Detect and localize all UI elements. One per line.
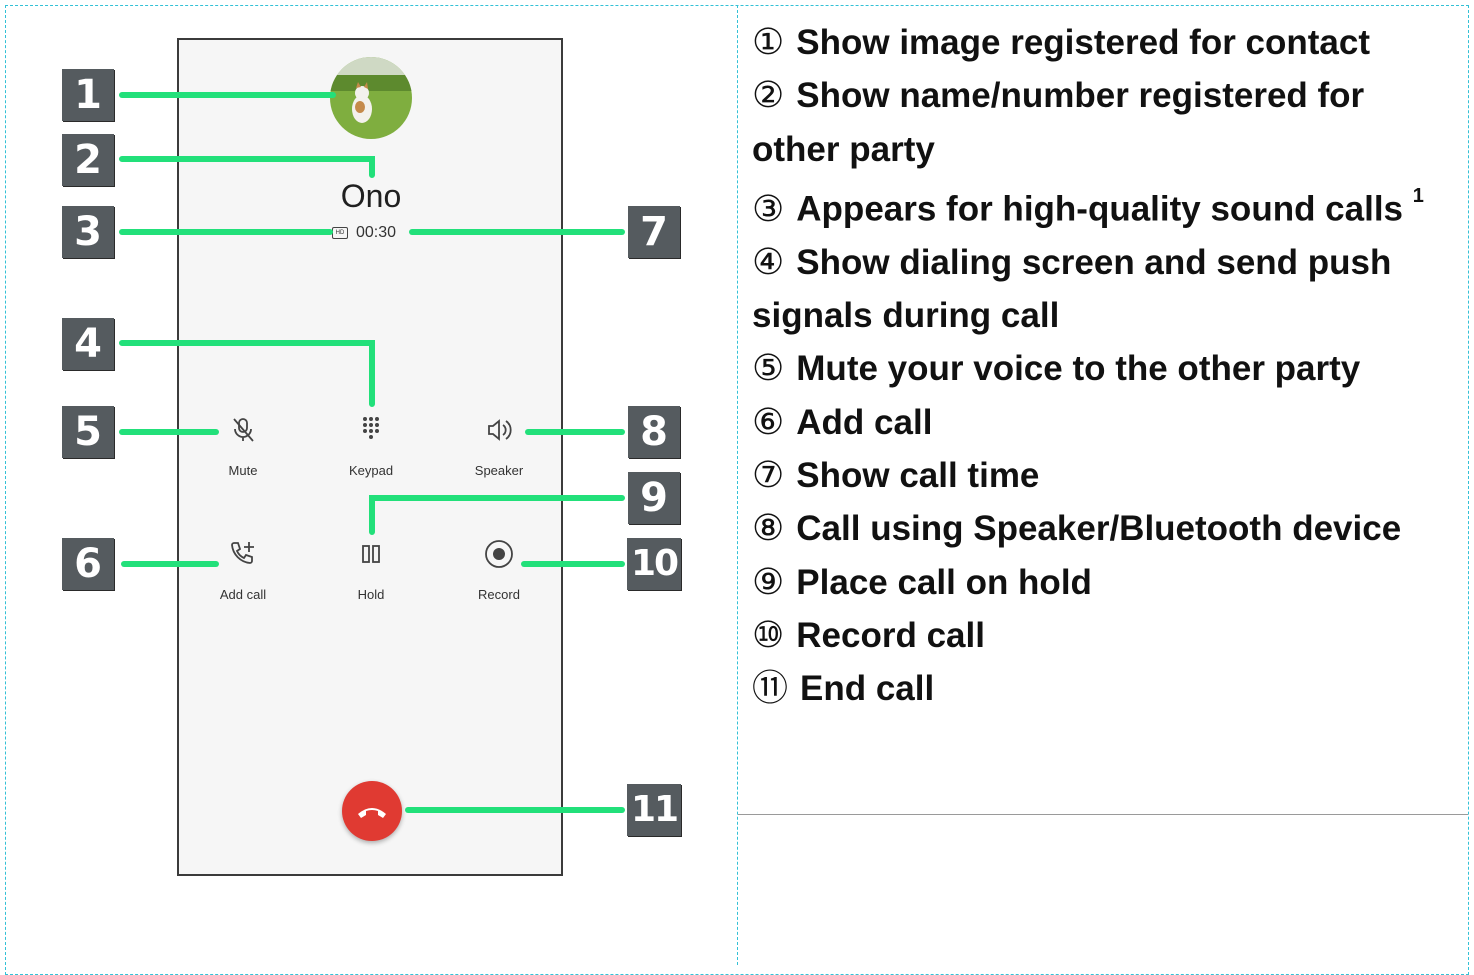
legend-item: ⑦ Show call time bbox=[752, 455, 1040, 497]
callout-badge-6: 6 bbox=[62, 538, 114, 590]
legend-item: ② Show name/number registered for other p… bbox=[752, 75, 1365, 169]
callout-line-9 bbox=[369, 495, 625, 535]
callout-badge-10: 10 bbox=[627, 538, 681, 590]
legend-item: ⑪ End call bbox=[752, 668, 935, 710]
callout-line-2 bbox=[119, 156, 375, 178]
callout-badge-11: 11 bbox=[627, 784, 681, 836]
legend-item: ③ Appears for high-quality sound calls 1 bbox=[752, 184, 1424, 230]
callout-badge-2: 2 bbox=[62, 134, 114, 186]
legend-item: ⑨ Place call on hold bbox=[752, 561, 1092, 603]
footnote-marker: 1 bbox=[1412, 184, 1424, 207]
callout-badge-8: 8 bbox=[628, 406, 680, 458]
legend-list: ① Show image registered for contact ② Show… bbox=[752, 16, 1457, 716]
legend-item: ⑩ Record call bbox=[752, 614, 985, 656]
callout-line-4 bbox=[119, 340, 375, 407]
legend-item: ⑥ Add call bbox=[752, 401, 933, 443]
legend-item: ① Show image registered for contact bbox=[752, 22, 1371, 63]
legend-item: ④ Show dialing screen and send push signa… bbox=[752, 241, 1392, 336]
callout-badge-9: 9 bbox=[628, 472, 680, 524]
legend-item: ⑤ Mute your voice to the other party bbox=[752, 348, 1361, 390]
callout-badge-7: 7 bbox=[628, 206, 680, 258]
callout-badge-1: 1 bbox=[62, 69, 114, 121]
callout-badge-5: 5 bbox=[62, 406, 114, 458]
callout-badge-4: 4 bbox=[62, 318, 114, 370]
callout-badge-3: 3 bbox=[62, 206, 114, 258]
legend-item: ⑧ Call using Speaker/Bluetooth device bbox=[752, 508, 1402, 550]
